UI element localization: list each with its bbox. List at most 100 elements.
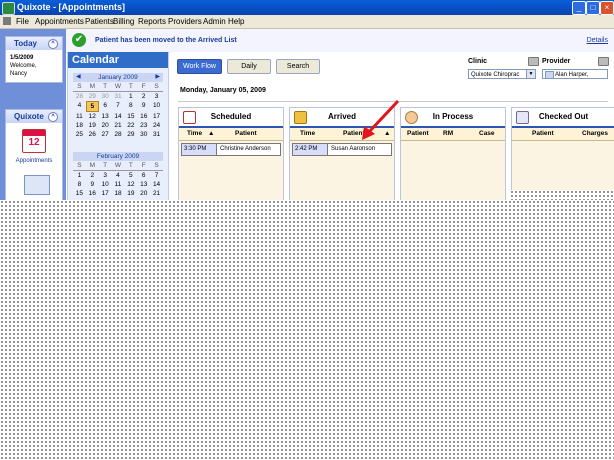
menu-file[interactable]: File [16,17,29,26]
calendar-day[interactable]: 15 [73,189,86,198]
calendar-day[interactable]: 3 [99,171,112,180]
calendar-day[interactable]: 31 [150,130,163,139]
calendar-day[interactable]: 8 [124,101,137,112]
collapse-icon[interactable]: ^ [48,39,58,49]
menu-reports[interactable]: Reports [138,17,166,26]
prev-month-icon[interactable]: ◀ [76,73,81,82]
calendar-day[interactable]: 7 [150,171,163,180]
close-button[interactable]: × [600,1,614,15]
calendar-icon-number: 12 [28,137,40,148]
calendar-day[interactable]: 10 [99,180,112,189]
sort-asc-icon[interactable]: ▲ [208,130,214,137]
menu-help[interactable]: Help [228,17,244,26]
calendar-day[interactable]: 9 [137,101,150,112]
calendar-day[interactable]: 24 [150,121,163,130]
menu-appointments[interactable]: Appointments [35,17,84,26]
column-header-rm[interactable]: RM [443,130,453,137]
next-month-icon[interactable]: ▶ [155,73,160,82]
calendar-day[interactable]: 29 [124,130,137,139]
column-header-patient[interactable]: Patient [407,130,429,137]
calendar-day[interactable]: 31 [112,92,125,101]
provider-select[interactable]: Alan Harper, [542,69,608,79]
calendar-day[interactable]: 2 [137,92,150,101]
column-header-case[interactable]: Case [479,130,495,137]
clinic-select[interactable]: Quixote Chiroprac ▼ [468,69,536,79]
table-row[interactable]: 3:30 PM Christine Anderson [181,143,281,156]
calendar-day[interactable]: 30 [99,92,112,101]
calendar-day[interactable]: 1 [73,171,86,180]
calendar-day[interactable]: 11 [73,112,86,121]
column-header-patient[interactable]: Patient [532,130,554,137]
table-row[interactable]: 2:42 PM Susan Aaronson [292,143,392,156]
column-header-charges[interactable]: Charges [582,130,608,137]
system-menu-icon[interactable] [3,17,11,25]
calendar-day[interactable]: 20 [137,189,150,198]
menu-admin[interactable]: Admin [203,17,226,26]
calendar-day[interactable]: 19 [124,189,137,198]
calendar-day[interactable]: 19 [86,121,99,130]
calendar-day[interactable]: 6 [137,171,150,180]
minimize-button[interactable]: _ [572,1,586,15]
day-of-week-label: M [85,82,99,92]
calendar-day[interactable]: 2 [86,171,99,180]
column-header-patient[interactable]: Patient [343,130,365,137]
calendar-day[interactable]: 10 [150,101,163,112]
calendar-day[interactable]: 29 [86,92,99,101]
calendar-day[interactable]: 14 [112,112,125,121]
search-button[interactable]: Search [276,59,320,74]
calendar-day[interactable]: 4 [73,101,86,112]
calendar-day[interactable]: 8 [73,180,86,189]
row-patient: Christine Anderson [220,146,271,152]
calendar-day[interactable]: 7 [112,101,125,112]
calendar-day[interactable]: 20 [99,121,112,130]
column-header-time[interactable]: Time [187,130,202,137]
calendar-day[interactable]: 16 [86,189,99,198]
calendar-day[interactable]: 4 [112,171,125,180]
appointments-nav-label[interactable]: Appointments [8,158,60,164]
calendar-day[interactable]: 27 [99,130,112,139]
calendar-day[interactable]: 28 [73,92,86,101]
calendar-day[interactable]: 17 [99,189,112,198]
calendar-day[interactable]: 5 [124,171,137,180]
column-header-patient[interactable]: Patient [235,130,257,137]
printer-icon[interactable] [528,57,539,66]
calendar-day[interactable]: 9 [86,180,99,189]
calendar-day[interactable]: 11 [112,180,125,189]
calendar-day[interactable]: 3 [150,92,163,101]
chevron-down-icon[interactable]: ▼ [526,70,535,78]
collapse-icon[interactable]: ^ [48,112,58,122]
workflow-button[interactable]: Work Flow [177,59,222,74]
calendar-day[interactable]: 17 [150,112,163,121]
calendar-day[interactable]: 1 [124,92,137,101]
calendar-day[interactable]: 14 [150,180,163,189]
calendar-day[interactable]: 25 [73,130,86,139]
calendar-day[interactable]: 28 [112,130,125,139]
calendar-day[interactable]: 21 [150,189,163,198]
menu-patients[interactable]: Patients [85,17,114,26]
calendar-day[interactable]: 12 [86,112,99,121]
calendar-day[interactable]: 21 [112,121,125,130]
calendar-day[interactable]: 6 [99,101,112,112]
menu-billing[interactable]: Billing [113,17,134,26]
menu-providers[interactable]: Providers [168,17,202,26]
calendar-icon[interactable]: 12 [22,129,46,153]
sort-asc-icon[interactable]: ▲ [384,130,390,137]
calendar-day[interactable]: 18 [112,189,125,198]
calendar-day[interactable]: 22 [124,121,137,130]
details-link[interactable]: Details [587,37,608,44]
calendar-day[interactable]: 13 [99,112,112,121]
calendar-day[interactable]: 15 [124,112,137,121]
calendar-day[interactable]: 13 [137,180,150,189]
calendar-day-selected[interactable]: 5 [85,101,99,112]
calendar-day[interactable]: 23 [137,121,150,130]
column-header-time[interactable]: Time [300,130,315,137]
printer-icon[interactable] [598,57,609,66]
maximize-button[interactable]: □ [586,1,600,15]
calendar-day[interactable]: 18 [73,121,86,130]
calendar-day[interactable]: 26 [86,130,99,139]
patient-card-icon[interactable] [24,175,50,195]
calendar-day[interactable]: 16 [137,112,150,121]
calendar-day[interactable]: 30 [137,130,150,139]
daily-button[interactable]: Daily [227,59,271,74]
calendar-day[interactable]: 12 [124,180,137,189]
